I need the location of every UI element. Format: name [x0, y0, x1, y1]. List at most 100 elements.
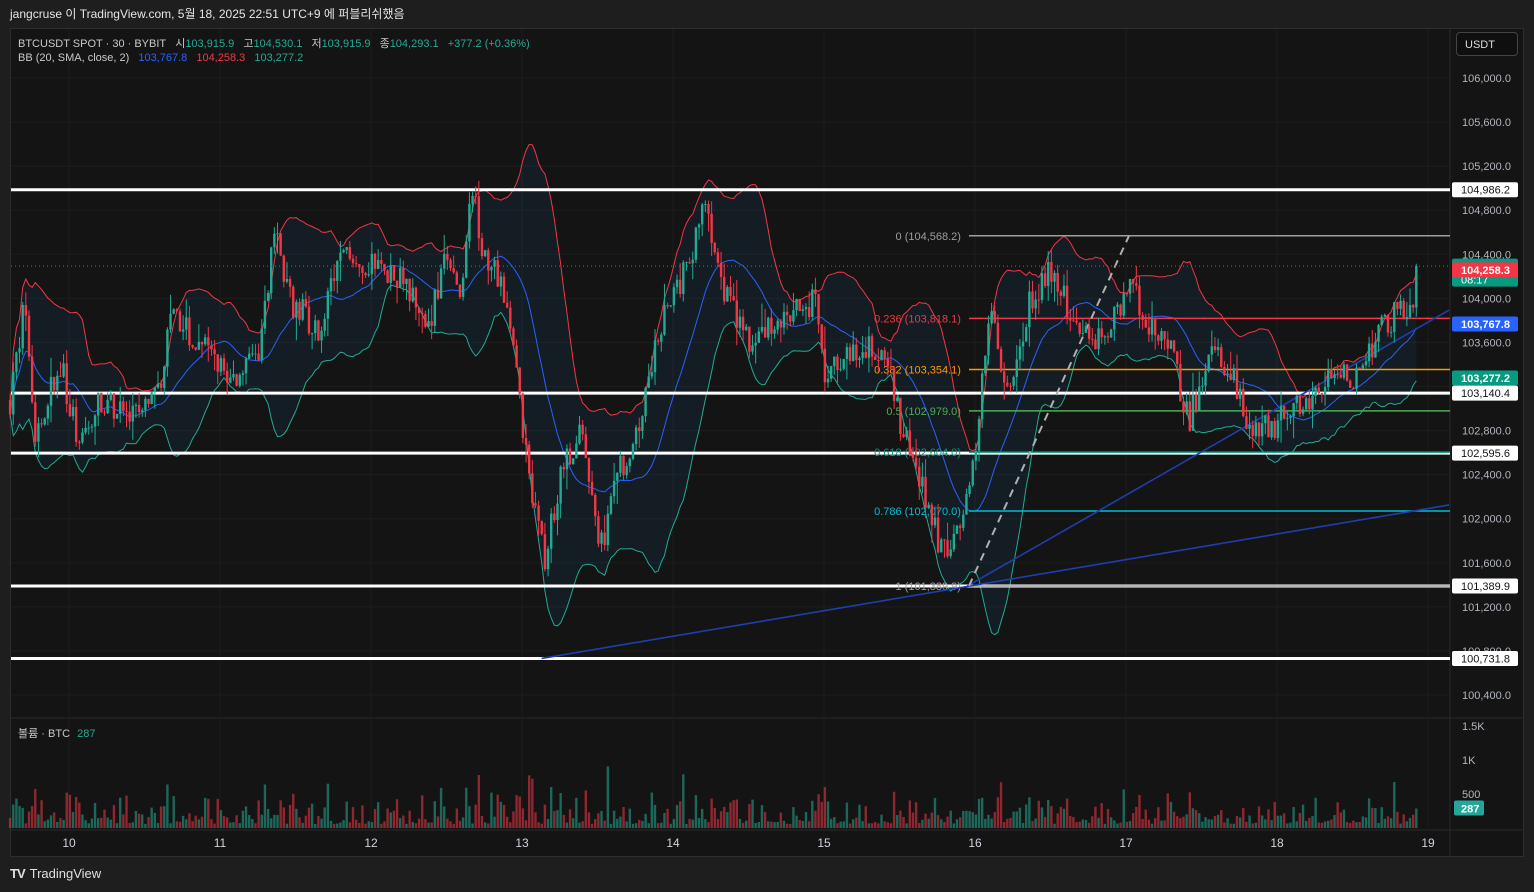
candle-body — [1415, 266, 1418, 308]
candle-body — [367, 274, 370, 276]
volume-bar — [716, 818, 720, 828]
candle-body — [531, 473, 534, 504]
candle-body — [1138, 285, 1141, 316]
volume-bar — [751, 799, 754, 828]
fib-level-label: 0.5 (102,979.0) — [886, 406, 961, 418]
candle-body — [634, 427, 638, 445]
candle-body — [660, 334, 663, 342]
candle-body — [144, 398, 147, 411]
price-tick-label: 104,800.0 — [1462, 205, 1511, 217]
candle-body — [936, 517, 940, 553]
volume-bar — [490, 792, 493, 828]
volume-bar — [1006, 818, 1009, 828]
candle-body — [18, 348, 21, 353]
volume-bar — [90, 818, 94, 828]
candle-body — [465, 241, 468, 278]
volume-bar — [977, 798, 981, 828]
candle-body — [175, 309, 179, 312]
volume-bar — [172, 796, 175, 828]
volume-bar — [949, 810, 952, 828]
candle-body — [134, 404, 138, 406]
candle-body — [987, 323, 990, 356]
candle-body — [647, 376, 650, 388]
candle-body — [814, 289, 817, 295]
time-tick-label: 15 — [817, 836, 831, 850]
candle-body — [543, 534, 547, 570]
candle-body — [1242, 388, 1245, 417]
volume-bar — [537, 822, 540, 828]
volume-bar — [137, 813, 141, 828]
volume-bar — [707, 821, 710, 828]
volume-bar — [1257, 806, 1261, 828]
candle-body — [1386, 314, 1390, 333]
candle-body — [1031, 291, 1034, 309]
time-tick-label: 19 — [1421, 836, 1435, 850]
candle-body — [795, 299, 798, 311]
time-tick-label: 13 — [515, 836, 529, 850]
price-chart[interactable]: 106,000.0 105,600.0 105,200.0 104,800.0 104,… — [0, 0, 1534, 892]
volume-bar — [754, 822, 757, 828]
volume-bar — [465, 787, 468, 828]
candle-body — [688, 262, 691, 264]
candle-body — [222, 358, 226, 371]
volume-bar — [1235, 816, 1239, 828]
symbol-name[interactable]: BTCUSDT SPOT · 30 · BYBIT — [18, 38, 166, 50]
volume-bar — [103, 809, 106, 828]
price-tick-label: 105,600.0 — [1462, 117, 1511, 129]
candle-body — [650, 372, 654, 377]
volume-bar — [257, 800, 260, 828]
candle-body — [597, 516, 600, 544]
currency-button[interactable]: USDT — [1456, 32, 1518, 56]
candle-body — [12, 371, 15, 415]
volume-bar — [518, 796, 521, 828]
volume-bar — [1119, 822, 1122, 828]
candle-body — [219, 358, 223, 372]
volume-bar — [1298, 812, 1302, 828]
volume-bar — [996, 797, 1000, 828]
volume-bar — [320, 818, 323, 828]
volume-bar — [678, 801, 682, 828]
low-label: 저 — [311, 38, 322, 50]
bb-label[interactable]: BB (20, SMA, close, 2) — [18, 52, 129, 64]
candle-body — [905, 430, 908, 438]
candle-body — [858, 358, 861, 361]
volume-bar — [908, 800, 912, 828]
candle-body — [122, 401, 125, 412]
price-tick-label: 102,400.0 — [1462, 470, 1511, 482]
candle-body — [260, 328, 263, 361]
volume-bar — [254, 823, 257, 828]
candle-body — [137, 404, 141, 413]
volume-label[interactable]: 볼륨 · BTC — [18, 728, 70, 740]
candle-body — [68, 404, 72, 417]
volume-bar — [864, 806, 867, 828]
volume-bar — [68, 794, 72, 828]
volume-bar — [1122, 789, 1125, 828]
volume-bar — [1172, 811, 1176, 828]
candle-body — [282, 255, 285, 282]
volume-bar — [96, 818, 100, 828]
candle-body — [1182, 401, 1185, 413]
volume-bar — [27, 811, 31, 828]
volume-bar — [839, 821, 842, 828]
candle-body — [663, 305, 666, 335]
candle-body — [914, 457, 918, 467]
candle-body — [584, 434, 587, 458]
candle-body — [1128, 279, 1132, 294]
candle-body — [1358, 367, 1361, 369]
candle-body — [729, 287, 732, 296]
volume-bar — [603, 820, 606, 828]
volume-bar — [943, 821, 946, 828]
volume-bar — [163, 806, 166, 828]
volume-bar — [757, 821, 761, 828]
candle-body — [965, 493, 968, 515]
candle-body — [628, 458, 632, 467]
candle-body — [694, 227, 698, 260]
candle-body — [210, 345, 213, 350]
candle-body — [46, 405, 50, 419]
volume-bar — [78, 802, 81, 828]
volume-bar — [144, 823, 147, 828]
candle-body — [672, 287, 676, 306]
candle-body — [801, 309, 805, 311]
candle-body — [984, 355, 987, 374]
volume-bar — [1191, 808, 1195, 828]
